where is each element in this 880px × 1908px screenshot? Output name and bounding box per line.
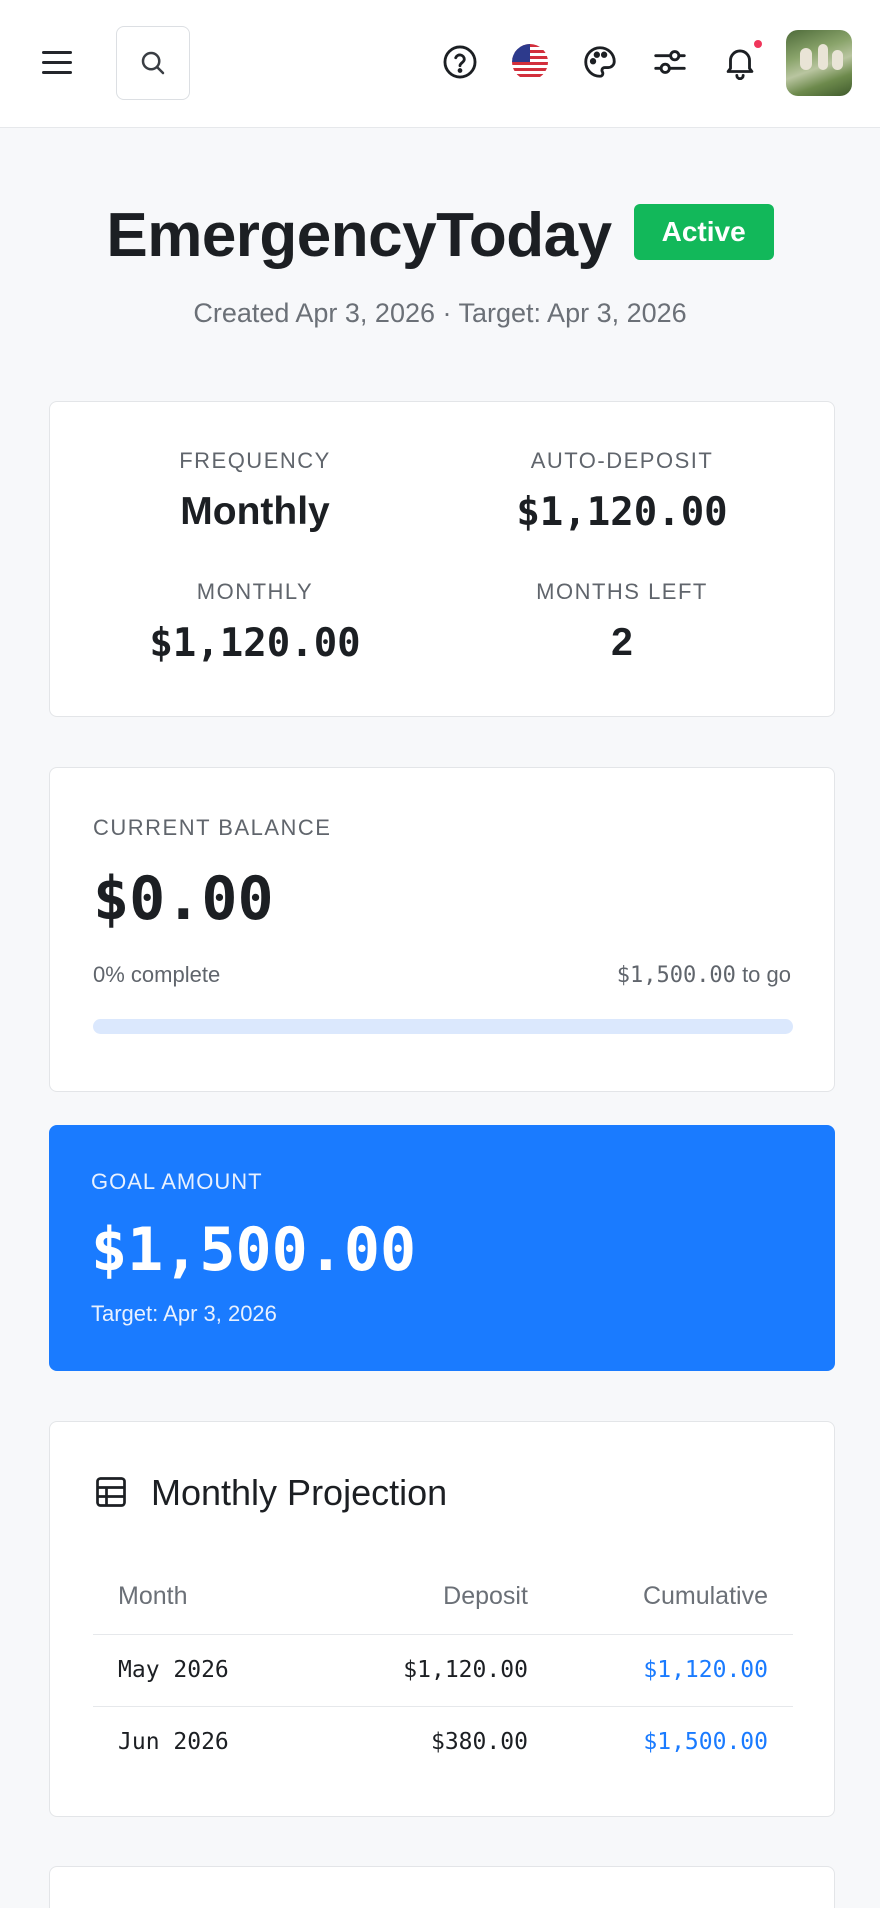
progress-bar bbox=[93, 1019, 793, 1034]
amount-to-go: $1,500.00 to go bbox=[617, 962, 791, 988]
row-deposit: $1,120.00 bbox=[313, 1634, 553, 1707]
monthly-stat: MONTHLY $1,120.00 bbox=[95, 579, 415, 666]
goal-amount-card: GOAL AMOUNT $1,500.00 Target: Apr 3, 202… bbox=[49, 1125, 835, 1371]
goal-subtitle: Created Apr 3, 2026 · Target: Apr 3, 202… bbox=[193, 298, 687, 328]
table-row: May 2026 $1,120.00 $1,120.00 bbox=[93, 1634, 793, 1707]
row-deposit: $380.00 bbox=[430, 1729, 528, 1756]
notification-dot bbox=[754, 40, 762, 48]
current-balance-card: CURRENT BALANCE $0.00 0% complete $1,500… bbox=[49, 767, 835, 1092]
search-button[interactable] bbox=[116, 26, 190, 100]
column-header-month: Month bbox=[93, 1560, 314, 1635]
us-flag-icon[interactable] bbox=[510, 42, 550, 82]
table-row: Jun 2026 $380.00 $1,500.00 bbox=[93, 1706, 793, 1778]
top-navigation-bar bbox=[0, 0, 880, 128]
projection-title: Monthly Projection bbox=[151, 1472, 448, 1513]
bell-icon[interactable] bbox=[720, 42, 760, 82]
palette-icon[interactable] bbox=[580, 42, 620, 82]
to-go-suffix: to go bbox=[742, 962, 791, 987]
goal-amount-label: GOAL AMOUNT bbox=[91, 1169, 263, 1194]
hamburger-menu-icon[interactable] bbox=[40, 47, 74, 77]
goal-amount-value: $1,500.00 bbox=[91, 1215, 417, 1285]
row-cumulative: $1,120.00 bbox=[552, 1634, 793, 1707]
sliders-icon[interactable] bbox=[650, 42, 690, 82]
monthly-value: $1,120.00 bbox=[149, 621, 361, 666]
months-left-stat: MONTHS LEFT 2 bbox=[462, 579, 782, 665]
row-month: Jun 2026 bbox=[118, 1729, 229, 1756]
row-cumulative: $1,500.00 bbox=[643, 1729, 768, 1756]
monthly-projection-card: Monthly Projection Month Deposit Cumulat… bbox=[49, 1421, 835, 1817]
auto-deposit-label: AUTO-DEPOSIT bbox=[530, 448, 714, 473]
balance-value: $0.00 bbox=[93, 864, 274, 934]
help-circle-icon[interactable] bbox=[440, 42, 480, 82]
goal-header: EmergencyToday Active bbox=[0, 200, 880, 271]
auto-deposit-stat: AUTO-DEPOSIT $1,120.00 bbox=[462, 448, 782, 535]
row-month: May 2026 bbox=[93, 1634, 314, 1707]
table-header-row: Month Deposit Cumulative bbox=[93, 1560, 793, 1635]
search-icon bbox=[141, 51, 165, 75]
to-go-amount: $1,500.00 bbox=[616, 963, 736, 988]
frequency-stat: FREQUENCY Monthly bbox=[95, 448, 415, 534]
monthly-label: MONTHLY bbox=[196, 579, 314, 604]
projection-table: Month Deposit Cumulative May 2026 $1,120… bbox=[93, 1560, 793, 1778]
avatar[interactable] bbox=[786, 30, 852, 96]
frequency-value: Monthly bbox=[180, 490, 330, 533]
page-title: EmergencyToday bbox=[106, 201, 612, 270]
months-left-label: MONTHS LEFT bbox=[536, 579, 708, 604]
percent-complete: 0% complete bbox=[93, 962, 221, 987]
balance-label: CURRENT BALANCE bbox=[93, 815, 332, 840]
next-card-partial bbox=[49, 1866, 835, 1908]
auto-deposit-value: $1,120.00 bbox=[516, 490, 728, 535]
months-left-value: 2 bbox=[611, 621, 633, 664]
column-header-cumulative: Cumulative bbox=[552, 1560, 793, 1635]
table-grid-icon bbox=[96, 1477, 126, 1507]
column-header-deposit: Deposit bbox=[313, 1560, 553, 1635]
goal-target-date: Target: Apr 3, 2026 bbox=[91, 1301, 277, 1326]
goal-stats-card: FREQUENCY Monthly AUTO-DEPOSIT $1,120.00… bbox=[49, 401, 835, 717]
frequency-label: FREQUENCY bbox=[179, 448, 331, 473]
status-badge: Active bbox=[633, 203, 774, 260]
